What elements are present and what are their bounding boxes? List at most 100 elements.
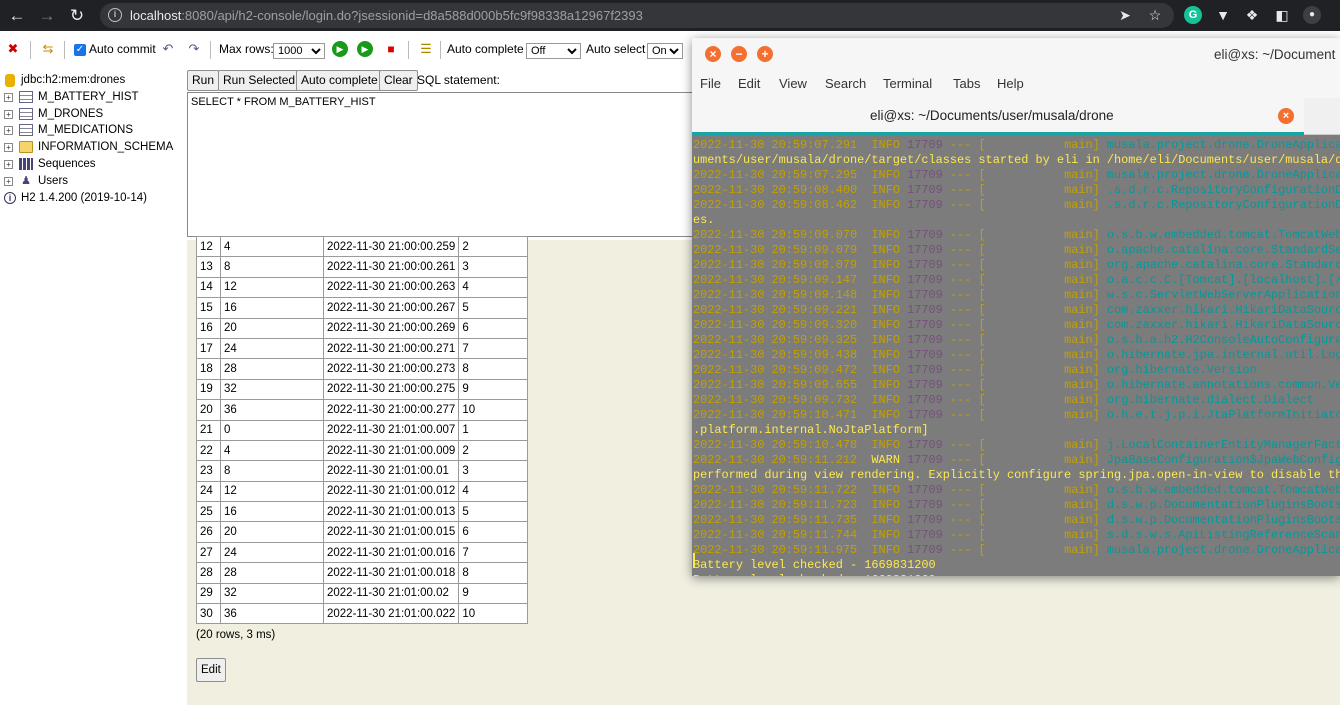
log-logger: o.apache.catalina.core.StandardSer: [1106, 243, 1340, 257]
table-cell: 36: [220, 603, 324, 625]
terminal-output[interactable]: 2022-11-30 20:59:07.291 INFO 17709 --- […: [692, 135, 1340, 576]
log-logger: d.s.w.p.DocumentationPluginsBootst: [1106, 498, 1340, 512]
edit-button[interactable]: Edit: [196, 658, 226, 682]
tree-item-label: INFORMATION_SCHEMA: [38, 141, 174, 153]
log-logger: o.s.b.w.embedded.tomcat.TomcatWebS: [1106, 483, 1340, 497]
table-cell: 22: [196, 439, 221, 462]
run-selected-button[interactable]: Run Selected: [218, 70, 301, 91]
log-level: INFO: [871, 228, 900, 242]
log-timestamp: 2022-11-30 20:59:08.462: [693, 198, 858, 212]
log-thread: main]: [1064, 498, 1100, 512]
log-pid: 17709: [907, 543, 943, 557]
auto-select-select[interactable]: On: [647, 43, 683, 59]
menu-terminal[interactable]: Terminal: [883, 76, 932, 91]
database-icon: [5, 74, 15, 87]
log-level: INFO: [871, 243, 900, 257]
side-panel-icon[interactable]: ◧: [1273, 6, 1291, 24]
table-cell: 6: [458, 317, 529, 339]
log-pid: 17709: [907, 273, 943, 287]
run-icon[interactable]: ▶: [332, 41, 348, 57]
table-cell: 5: [458, 297, 529, 319]
terminal-line: 2022-11-30 20:59:11.975 INFO 17709 --- […: [693, 543, 1340, 558]
address-bar[interactable]: i localhost:8080/api/h2-console/login.do…: [100, 3, 1174, 28]
expand-icon[interactable]: +: [4, 160, 13, 169]
commit-icon[interactable]: ↷: [186, 41, 202, 57]
table-cell: 2022-11-30 21:00:00.259: [322, 235, 460, 258]
history-icon[interactable]: ☰: [418, 41, 434, 57]
close-tab-icon[interactable]: ×: [1278, 108, 1294, 124]
rollback-icon[interactable]: ↶: [160, 41, 176, 57]
terminal-line: 2022-11-30 20:59:10.471 INFO 17709 --- […: [693, 408, 1340, 423]
menu-search[interactable]: Search: [825, 76, 866, 91]
log-pid: 17709: [907, 138, 943, 152]
terminal-line: 2022-11-30 20:59:08.400 INFO 17709 --- […: [693, 183, 1340, 198]
menu-edit[interactable]: Edit: [738, 76, 760, 91]
table-cell: 18: [196, 358, 221, 380]
site-info-icon[interactable]: i: [108, 8, 122, 22]
terminal-line: uments/user/musala/drone/target/classes …: [693, 153, 1340, 168]
expand-icon[interactable]: +: [4, 177, 13, 186]
expand-icon[interactable]: +: [4, 143, 13, 152]
expand-icon[interactable]: +: [4, 110, 13, 119]
auto-commit-checkbox[interactable]: ✓: [74, 44, 86, 56]
maximize-window-icon[interactable]: +: [757, 46, 773, 62]
profile-avatar[interactable]: ●: [1303, 6, 1321, 24]
log-timestamp: 2022-11-30 20:59:11.722: [693, 483, 858, 497]
table-row: 24 12 2022-11-30 21:01:00.012 4: [196, 480, 529, 503]
terminal-titlebar[interactable]: × − + eli@xs: ~/Document: [692, 38, 1340, 70]
menu-tabs[interactable]: Tabs: [953, 76, 980, 91]
table-cell: 5: [458, 501, 529, 523]
log-thread: main]: [1064, 453, 1100, 467]
terminal-line: Battery level checked - 1669831200: [693, 558, 936, 573]
terminal-line: 2022-11-30 20:59:09.320 INFO 17709 --- […: [693, 318, 1340, 333]
tree-item-label: M_DRONES: [38, 108, 104, 120]
run-selected-icon[interactable]: ▶: [357, 41, 373, 57]
menu-view[interactable]: View: [779, 76, 807, 91]
refresh-icon[interactable]: ⇆: [40, 41, 56, 57]
close-window-icon[interactable]: ×: [705, 46, 721, 62]
log-pid: 17709: [907, 198, 943, 212]
log-timestamp: 2022-11-30 20:59:09.070: [693, 228, 858, 242]
extensions-puzzle-icon[interactable]: ❖: [1243, 6, 1261, 24]
table-cell: 13: [196, 256, 221, 278]
auto-complete-button[interactable]: Auto complete: [296, 70, 383, 91]
disconnect-icon[interactable]: ✖: [5, 41, 21, 57]
terminal-tab[interactable]: eli@xs: ~/Documents/user/musala/drone ×: [692, 98, 1304, 135]
vue-extension-icon[interactable]: ▼: [1214, 6, 1232, 24]
reload-icon[interactable]: ↻: [66, 5, 88, 27]
expand-icon[interactable]: +: [4, 93, 13, 102]
log-logger: o.hibernate.jpa.internal.util.Logg: [1106, 348, 1340, 362]
log-pid: 17709: [907, 408, 943, 422]
back-arrow-icon[interactable]: ←: [6, 5, 28, 27]
terminal-cursor: [693, 553, 695, 568]
auto-complete-select[interactable]: Off: [526, 43, 581, 59]
table-cell: 2022-11-30 21:01:00.022: [322, 603, 460, 625]
log-timestamp: 2022-11-30 20:59:08.400: [693, 183, 858, 197]
log-pid: 17709: [907, 438, 943, 452]
forward-arrow-icon[interactable]: →: [36, 5, 58, 27]
table-cell: 12: [220, 276, 324, 299]
table-cell: 4: [458, 276, 529, 299]
log-level: INFO: [871, 258, 900, 272]
bookmark-star-icon[interactable]: ☆: [1146, 6, 1164, 24]
table-cell: 17: [196, 337, 221, 360]
clear-button[interactable]: Clear: [379, 70, 418, 91]
share-icon[interactable]: ➤: [1116, 6, 1134, 24]
stop-icon[interactable]: ■: [383, 41, 399, 57]
max-rows-select[interactable]: 1000: [273, 43, 325, 59]
expand-icon[interactable]: +: [4, 126, 13, 135]
grammarly-extension-icon[interactable]: G: [1184, 6, 1202, 24]
menu-file[interactable]: File: [700, 76, 721, 91]
minimize-window-icon[interactable]: −: [731, 46, 747, 62]
log-logger: musala.project.drone.DroneApplicat: [1106, 138, 1340, 152]
url-text[interactable]: localhost:8080/api/h2-console/login.do?j…: [130, 8, 643, 23]
table-cell: 20: [220, 521, 324, 543]
log-pid: 17709: [907, 453, 943, 467]
connection-label: jdbc:h2:mem:drones: [21, 74, 126, 86]
log-level: INFO: [871, 318, 900, 332]
terminal-tab-title: eli@xs: ~/Documents/user/musala/drone: [870, 108, 1114, 123]
run-button[interactable]: Run: [187, 70, 220, 91]
table-row: 25 16 2022-11-30 21:01:00.013 5: [196, 501, 529, 523]
log-level: INFO: [871, 303, 900, 317]
menu-help[interactable]: Help: [997, 76, 1024, 91]
